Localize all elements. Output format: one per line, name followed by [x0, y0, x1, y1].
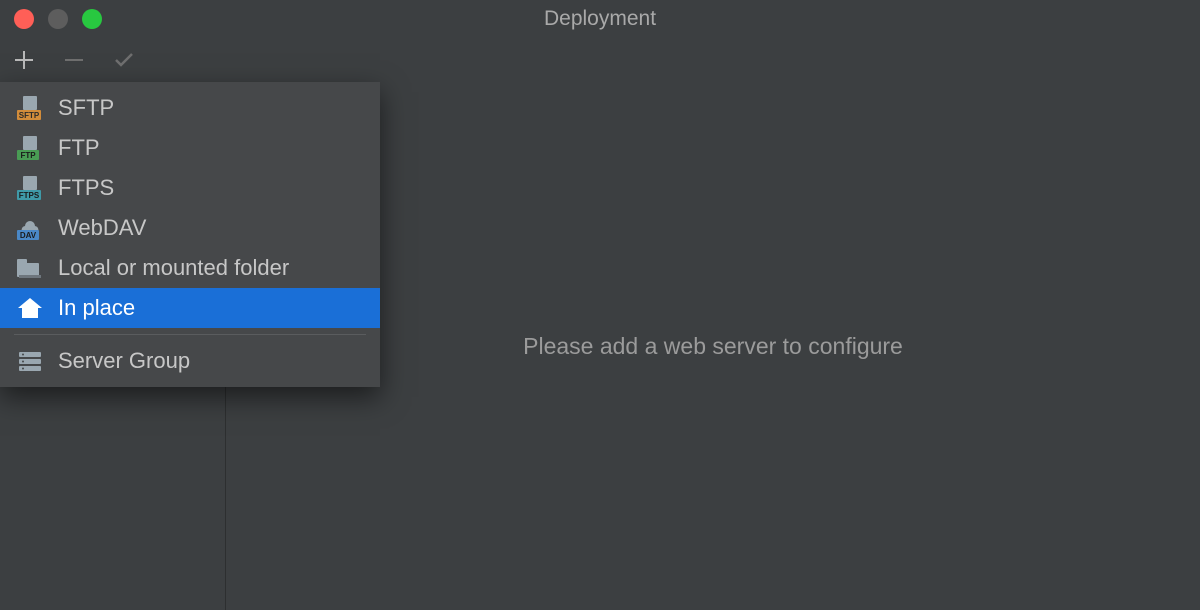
apply-button[interactable] [110, 46, 138, 74]
menu-item-webdav[interactable]: DAV WebDAV [0, 208, 380, 248]
toolbar [0, 38, 1200, 82]
svg-text:FTP: FTP [20, 151, 36, 160]
menu-item-in-place[interactable]: In place [0, 288, 380, 328]
ftps-icon: FTPS [16, 176, 44, 200]
menu-item-label: FTP [58, 135, 100, 161]
add-button[interactable] [10, 46, 38, 74]
menu-item-local-folder[interactable]: Local or mounted folder [0, 248, 380, 288]
server-group-icon [16, 349, 44, 373]
empty-state-text: Please add a web server to configure [523, 333, 903, 360]
menu-item-ftps[interactable]: FTPS FTPS [0, 168, 380, 208]
menu-item-label: FTPS [58, 175, 114, 201]
home-icon [16, 296, 44, 320]
close-window-button[interactable] [14, 9, 34, 29]
svg-text:DAV: DAV [20, 231, 37, 240]
titlebar: Deployment [0, 0, 1200, 38]
menu-item-label: SFTP [58, 95, 114, 121]
webdav-icon: DAV [16, 216, 44, 240]
minimize-window-button[interactable] [48, 9, 68, 29]
folder-icon [16, 256, 44, 280]
zoom-window-button[interactable] [82, 9, 102, 29]
menu-item-sftp[interactable]: SFTP SFTP [0, 88, 380, 128]
menu-item-server-group[interactable]: Server Group [0, 341, 380, 381]
window-controls [14, 9, 102, 29]
window-title: Deployment [0, 7, 1200, 31]
ftp-icon: FTP [16, 136, 44, 160]
menu-item-label: Local or mounted folder [58, 255, 289, 281]
svg-text:FTPS: FTPS [19, 191, 40, 200]
menu-item-ftp[interactable]: FTP FTP [0, 128, 380, 168]
add-server-menu: SFTP SFTP FTP FTP FTPS FTPS [0, 82, 380, 387]
menu-item-label: Server Group [58, 348, 190, 374]
sftp-icon: SFTP [16, 96, 44, 120]
svg-text:SFTP: SFTP [19, 111, 40, 120]
remove-button[interactable] [60, 46, 88, 74]
menu-item-label: In place [58, 295, 135, 321]
plus-icon [13, 49, 35, 71]
menu-item-label: WebDAV [58, 215, 146, 241]
minus-icon [63, 49, 85, 71]
check-icon [112, 48, 136, 72]
menu-separator [14, 334, 366, 335]
